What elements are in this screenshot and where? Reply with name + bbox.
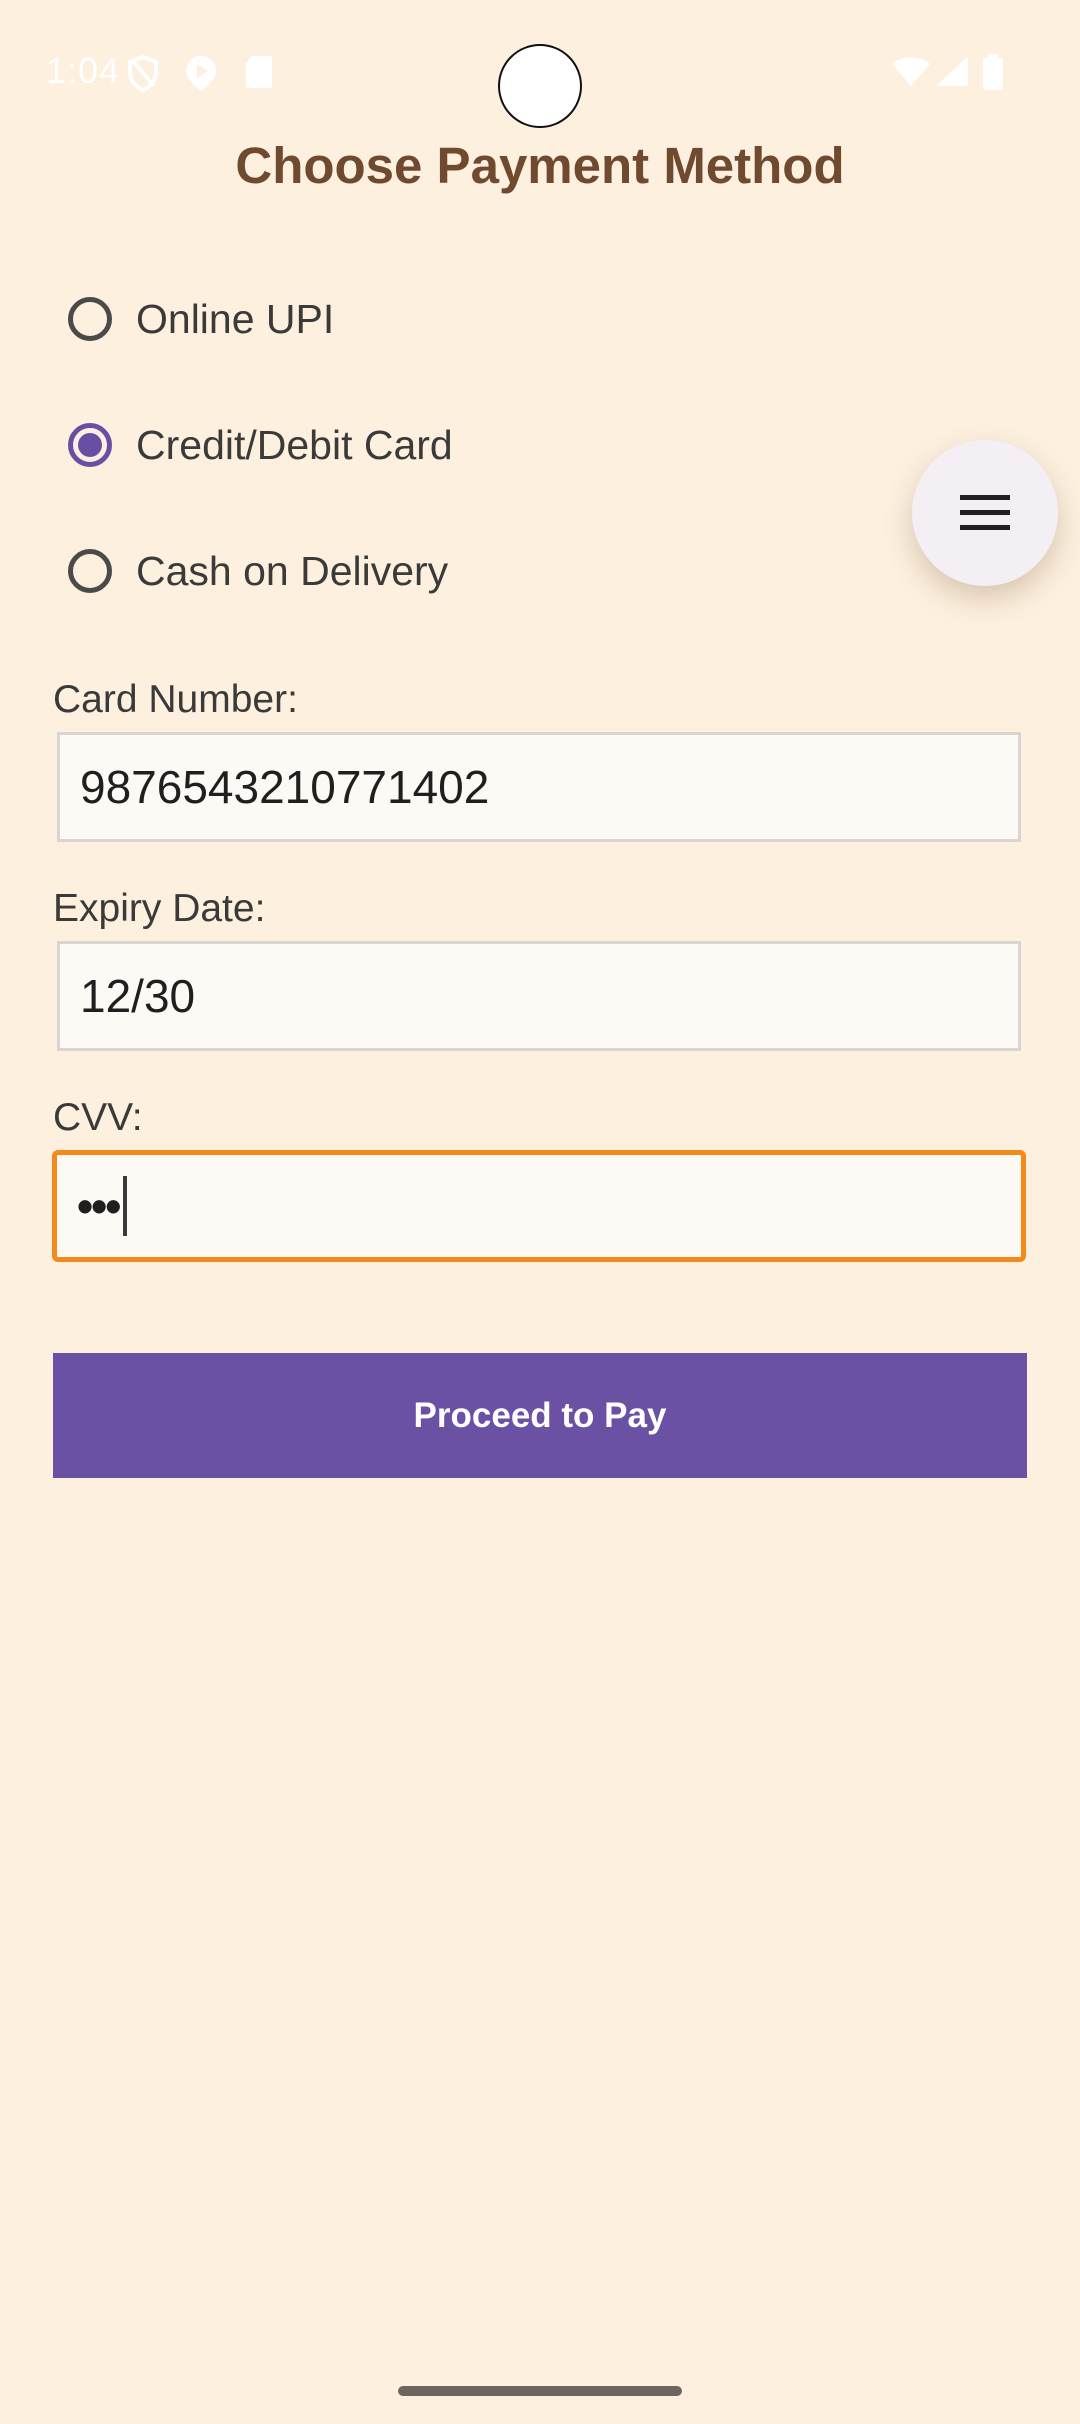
payment-option-credit-debit-card[interactable]: Credit/Debit Card — [68, 405, 453, 485]
radio-button-selected[interactable] — [68, 423, 112, 467]
battery-icon — [983, 54, 1003, 90]
gesture-nav-handle[interactable] — [398, 2386, 682, 2396]
radio-button[interactable] — [68, 549, 112, 593]
text-cursor — [123, 1176, 128, 1236]
status-time: 1:04 — [46, 50, 121, 91]
shield-icon — [128, 54, 158, 92]
radio-button[interactable] — [68, 297, 112, 341]
cvv-field[interactable]: ••• — [52, 1150, 1026, 1262]
card-number-label: Card Number: — [53, 678, 298, 721]
proceed-to-pay-button[interactable]: Proceed to Pay — [53, 1353, 1027, 1478]
app-screen: 1:04 Choose Payment Method Online UPI Cr… — [0, 0, 1080, 2424]
cvv-value: ••• — [77, 1180, 121, 1232]
payment-option-cash-on-delivery[interactable]: Cash on Delivery — [68, 531, 448, 611]
expiry-date-field[interactable]: 12/30 — [57, 941, 1021, 1051]
payment-option-online-upi[interactable]: Online UPI — [68, 279, 334, 359]
cvv-label: CVV: — [53, 1096, 143, 1139]
front-camera — [498, 44, 582, 128]
signal-icon — [936, 56, 968, 86]
expiry-date-value: 12/30 — [80, 970, 196, 1022]
expiry-date-label: Expiry Date: — [53, 887, 266, 930]
menu-fab-button[interactable] — [912, 440, 1058, 586]
page-title: Choose Payment Method — [235, 137, 845, 194]
play-icon — [186, 56, 216, 91]
radio-dot — [78, 433, 102, 457]
wifi-icon — [892, 57, 930, 86]
sd-card-icon — [246, 56, 272, 88]
card-number-value: 9876543210771402 — [80, 761, 490, 813]
menu-icon — [960, 495, 1010, 530]
payment-option-label: Cash on Delivery — [136, 547, 449, 594]
payment-option-label: Online UPI — [136, 295, 335, 342]
card-number-field[interactable]: 9876543210771402 — [57, 732, 1021, 842]
payment-option-label: Credit/Debit Card — [136, 421, 453, 468]
